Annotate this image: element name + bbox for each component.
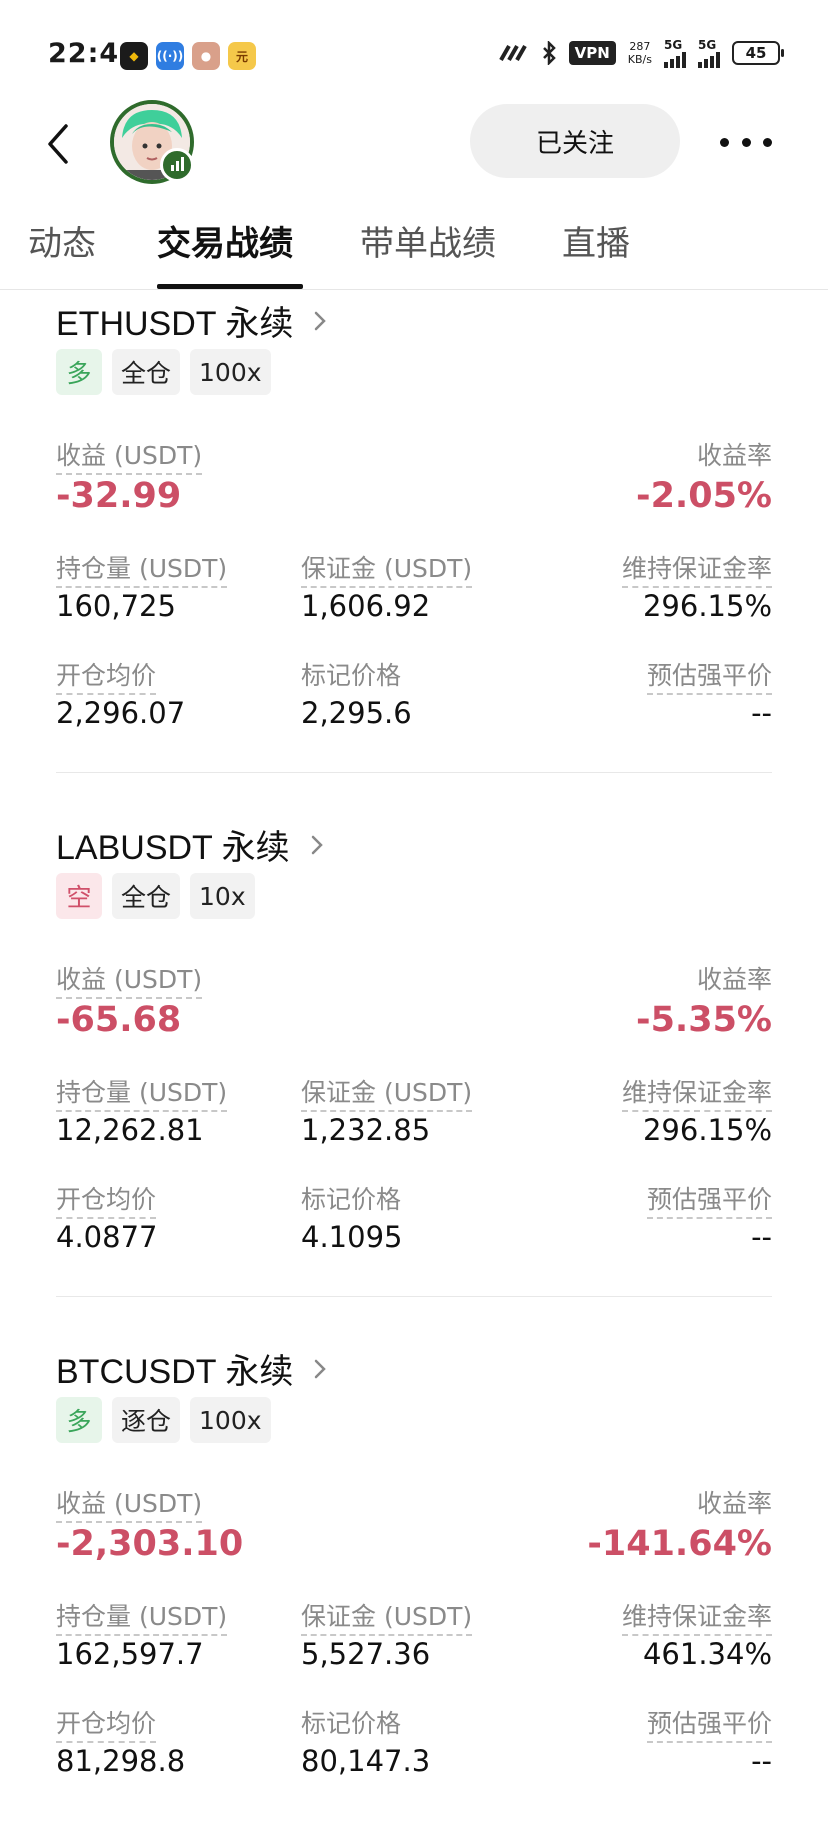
following-button[interactable]: 已关注: [470, 104, 680, 178]
position-symbol[interactable]: LABUSDT 永续: [56, 820, 324, 869]
side-badge: 多: [56, 349, 102, 395]
tab-trading-record[interactable]: 交易战绩: [157, 216, 293, 265]
mmr-value: 296.15%: [642, 1113, 772, 1147]
active-tab-indicator: [157, 284, 303, 289]
mark-price-label: 标记价格: [301, 661, 402, 690]
network-speed: 287 KB/s: [627, 40, 652, 66]
size-label[interactable]: 持仓量 (USDT): [56, 549, 228, 588]
tab-activity[interactable]: 动态: [28, 216, 96, 265]
entry-price-value: 4.0877: [56, 1220, 158, 1254]
roe-label: 收益率: [696, 965, 772, 994]
mark-price-value: 80,147.3: [301, 1744, 431, 1778]
leverage-badge: 100x: [190, 349, 271, 395]
signal-1: 5G: [664, 38, 686, 68]
battery-icon: 45: [732, 41, 784, 65]
status-indicators: VPN 287 KB/s 5G 5G 45: [498, 38, 784, 68]
pnl-value: -2,303.10: [56, 1524, 244, 1564]
entry-price-value: 2,296.07: [56, 696, 186, 730]
margin-value: 1,606.92: [301, 589, 431, 623]
margin-mode-badge: 全仓: [112, 349, 181, 395]
roe-label: 收益率: [696, 1489, 772, 1518]
position-symbol[interactable]: ETHUSDT 永续: [56, 296, 327, 345]
margin-mode-badge: 全仓: [112, 873, 181, 919]
back-arrow-icon[interactable]: [40, 120, 80, 168]
signal-icon: [664, 52, 686, 68]
pnl-label[interactable]: 收益 (USDT): [56, 1484, 203, 1523]
margin-label[interactable]: 保证金 (USDT): [301, 549, 473, 588]
margin-mode-badge: 逐仓: [112, 1397, 181, 1443]
margin-value: 1,232.85: [301, 1113, 431, 1147]
signal-icon: [698, 52, 720, 68]
roe-value: -2.05%: [636, 476, 772, 516]
chevron-right-icon: [315, 311, 327, 330]
mark-price-label: 标记价格: [301, 1185, 402, 1214]
position-tags: 多 逐仓 100x: [56, 1397, 271, 1443]
pig-app-icon: ●: [192, 42, 220, 70]
size-label[interactable]: 持仓量 (USDT): [56, 1073, 228, 1112]
leverage-badge: 100x: [190, 1397, 271, 1443]
liq-price-value: --: [751, 1220, 772, 1254]
mark-price-value: 4.1095: [301, 1220, 403, 1254]
leverage-badge: 10x: [190, 873, 255, 919]
tab-live[interactable]: 直播: [562, 216, 630, 265]
roe-value: -5.35%: [636, 1000, 772, 1040]
size-label[interactable]: 持仓量 (USDT): [56, 1597, 228, 1636]
liq-price-label[interactable]: 预估强平价: [646, 1704, 772, 1743]
position-tags: 空 全仓 10x: [56, 873, 255, 919]
chart-badge-icon: [160, 148, 194, 182]
mark-price-value: 2,295.6: [301, 696, 412, 730]
position-card[interactable]: ETHUSDT 永续 多 全仓 100x 收益 (USDT) 收益率 -32.9…: [56, 296, 772, 776]
profile-header: 已关注: [0, 96, 828, 192]
nfc-icon: [498, 45, 527, 61]
more-options-icon[interactable]: [720, 126, 772, 158]
vpn-badge: VPN: [568, 41, 616, 65]
roe-label: 收益率: [696, 441, 772, 470]
margin-value: 5,527.36: [301, 1637, 431, 1671]
wireless-app-icon: ((·)): [156, 42, 184, 70]
mmr-value: 461.34%: [642, 1637, 772, 1671]
bluetooth-icon: [542, 41, 556, 65]
side-badge: 空: [56, 873, 102, 919]
mmr-value: 296.15%: [642, 589, 772, 623]
margin-label[interactable]: 保证金 (USDT): [301, 1073, 473, 1112]
mmr-label[interactable]: 维持保证金率: [621, 1597, 772, 1636]
margin-label[interactable]: 保证金 (USDT): [301, 1597, 473, 1636]
position-symbol[interactable]: BTCUSDT 永续: [56, 1344, 327, 1393]
divider: [56, 772, 772, 773]
binance-app-icon: ◆: [120, 42, 148, 70]
mmr-label[interactable]: 维持保证金率: [621, 1073, 772, 1112]
position-tags: 多 全仓 100x: [56, 349, 271, 395]
position-card[interactable]: BTCUSDT 永续 多 逐仓 100x 收益 (USDT) 收益率 -2,30…: [56, 1344, 772, 1822]
notification-icons: ◆ ((·)) ● 元: [120, 42, 256, 70]
liq-price-value: --: [751, 1744, 772, 1778]
pnl-label[interactable]: 收益 (USDT): [56, 436, 203, 475]
tab-copytrade-record[interactable]: 带单战绩: [360, 216, 496, 265]
liq-price-label[interactable]: 预估强平价: [646, 656, 772, 695]
pnl-value: -65.68: [56, 1000, 182, 1040]
side-badge: 多: [56, 1397, 102, 1443]
size-value: 12,262.81: [56, 1113, 204, 1147]
entry-price-label[interactable]: 开仓均价: [56, 1180, 157, 1219]
profile-tabs: 动态 交易战绩 带单战绩 直播: [0, 210, 828, 290]
signal-2: 5G: [698, 38, 720, 68]
entry-price-label[interactable]: 开仓均价: [56, 1704, 157, 1743]
size-value: 162,597.7: [56, 1637, 204, 1671]
mmr-label[interactable]: 维持保证金率: [621, 549, 772, 588]
position-card[interactable]: LABUSDT 永续 空 全仓 10x 收益 (USDT) 收益率 -65.68…: [56, 820, 772, 1300]
liq-price-value: --: [751, 696, 772, 730]
yuan-app-icon: 元: [228, 42, 256, 70]
size-value: 160,725: [56, 589, 176, 623]
divider: [56, 1296, 772, 1297]
pnl-value: -32.99: [56, 476, 182, 516]
mark-price-label: 标记价格: [301, 1709, 402, 1738]
liq-price-label[interactable]: 预估强平价: [646, 1180, 772, 1219]
entry-price-label[interactable]: 开仓均价: [56, 656, 157, 695]
chevron-right-icon: [315, 1359, 327, 1378]
entry-price-value: 81,298.8: [56, 1744, 186, 1778]
roe-value: -141.64%: [587, 1524, 772, 1564]
status-bar: 22:46 ◆ ((·)) ● 元 VPN 287 KB/s 5G 5G 45: [0, 0, 828, 96]
chevron-right-icon: [311, 835, 323, 854]
pnl-label[interactable]: 收益 (USDT): [56, 960, 203, 999]
